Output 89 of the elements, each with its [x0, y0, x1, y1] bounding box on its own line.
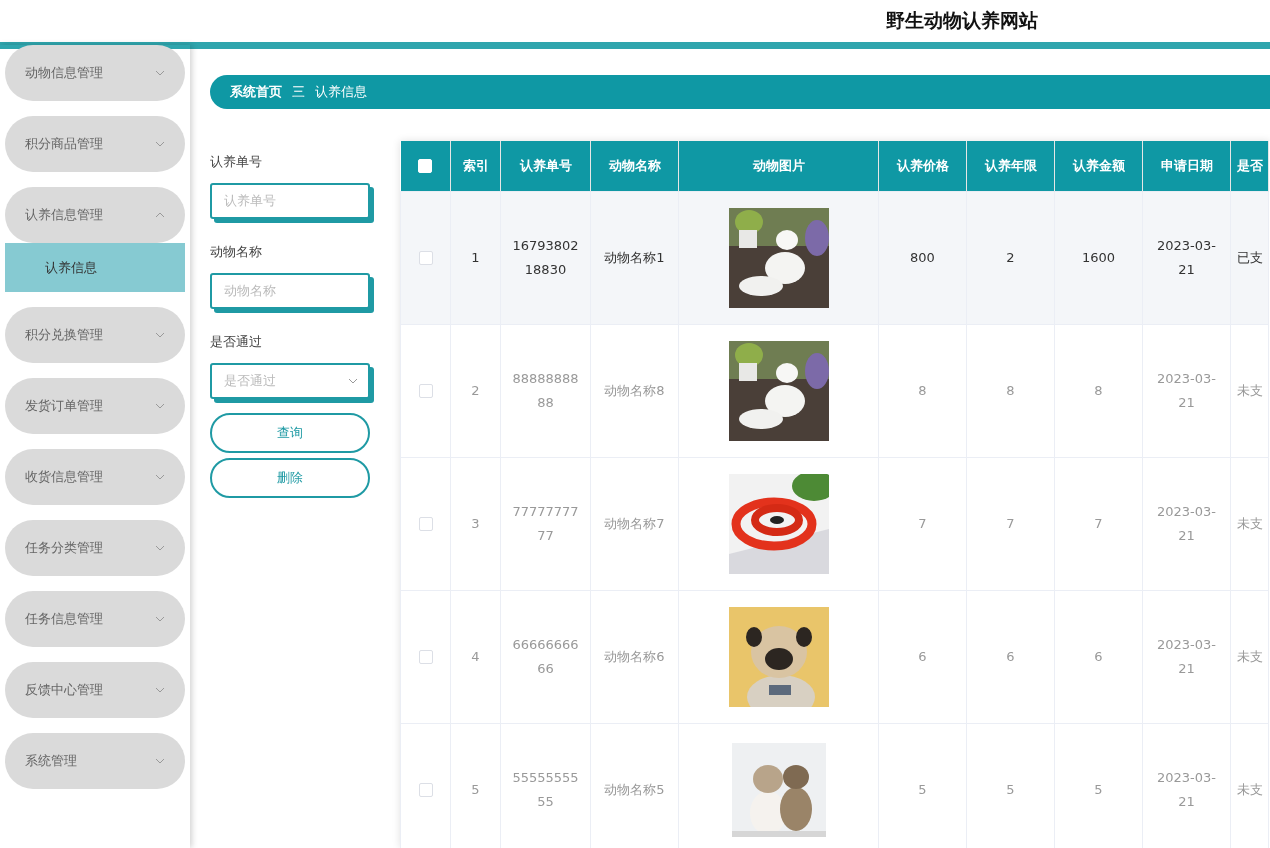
column-header: 申请日期 — [1142, 140, 1231, 192]
table-cell-text: 5 — [471, 781, 480, 797]
filter-label: 认养单号 — [210, 152, 263, 171]
table-cell-text: 77777777 77 — [512, 503, 579, 543]
sidebar-menu-item[interactable]: 发货订单管理 — [5, 378, 185, 434]
table-cell-text: 8 — [1006, 382, 1015, 398]
table-cell-text: 2023-03- 21 — [1157, 769, 1216, 809]
chevron-down-icon — [155, 687, 165, 693]
table-cell-text: 66666666 66 — [512, 636, 579, 676]
table-cell-text: 未支 — [1237, 382, 1263, 398]
table-cell-text: 2023-03- 21 — [1157, 237, 1216, 277]
row-checkbox[interactable] — [418, 783, 433, 798]
sidebar-menu-item[interactable]: 反馈中心管理 — [5, 662, 185, 718]
table-cell-text: 动物名称1 — [604, 249, 665, 265]
chevron-up-icon — [155, 212, 165, 218]
chevron-down-icon — [155, 545, 165, 551]
column-header: 认养价格 — [878, 140, 967, 192]
table-cell-text: 2 — [471, 382, 480, 398]
table-cell-text: 8 — [918, 382, 927, 398]
chevron-down-icon — [155, 474, 165, 480]
row-checkbox[interactable] — [418, 517, 433, 532]
sidebar-menu-item[interactable]: 收货信息管理 — [5, 449, 185, 505]
table-cell-text: 5 — [1006, 781, 1015, 797]
chevron-down-icon — [155, 616, 165, 622]
row-checkbox[interactable] — [418, 251, 433, 266]
sidebar-submenu-item[interactable]: 认养信息 — [5, 243, 185, 292]
chevron-down-icon — [155, 332, 165, 338]
sidebar-menu-item[interactable]: 任务分类管理 — [5, 520, 185, 576]
table-cell-text: 8 — [1094, 382, 1103, 398]
table-cell-text: 7 — [1094, 515, 1103, 531]
column-header: 认养单号 — [500, 140, 591, 192]
table-cell-text: 6 — [918, 648, 927, 664]
table-cell-text: 未支 — [1237, 515, 1263, 531]
column-header: 认养年限 — [966, 140, 1055, 192]
chevron-down-icon — [155, 70, 165, 76]
table-cell-text: 6 — [1006, 648, 1015, 664]
sidebar-menu-item[interactable]: 动物信息管理 — [5, 45, 185, 101]
row-checkbox[interactable] — [418, 650, 433, 665]
delete-button[interactable]: 删除 — [210, 457, 370, 498]
filter-label: 是否通过 — [210, 332, 263, 351]
sidebar-menu-item[interactable]: 积分商品管理 — [5, 116, 185, 172]
column-header: 索引 — [450, 140, 501, 192]
row-checkbox[interactable] — [418, 384, 433, 399]
table-cell-text: 16793802 18830 — [512, 237, 579, 277]
search-button[interactable]: 查询 — [210, 412, 370, 453]
table-cell-text: 2 — [1006, 249, 1015, 265]
table-cell-text: 1 — [471, 249, 480, 265]
breadcrumb-current: 认养信息 — [315, 82, 367, 101]
column-header: 动物名称 — [590, 140, 679, 192]
table-cell-text: 动物名称8 — [604, 382, 665, 398]
select-field[interactable]: 是否通过 — [210, 362, 370, 399]
table-cell-text: 4 — [471, 648, 480, 664]
table-cell-text: 未支 — [1237, 648, 1263, 664]
sidebar-menu-item[interactable]: 积分兑换管理 — [5, 307, 185, 363]
column-header: 认养金额 — [1054, 140, 1143, 192]
table-cell-text: 3 — [471, 515, 480, 531]
filter-label: 动物名称 — [210, 242, 263, 261]
select-all-checkbox[interactable] — [418, 159, 433, 174]
chevron-down-icon — [155, 403, 165, 409]
sidebar-menu-item[interactable]: 系统管理 — [5, 733, 185, 789]
column-header: 动物图片 — [678, 140, 879, 192]
table-cell-text: 动物名称7 — [604, 515, 665, 531]
table-cell-text: 动物名称6 — [604, 648, 665, 664]
table-cell-text: 2023-03- 21 — [1157, 636, 1216, 676]
column-header: 是否 — [1230, 140, 1269, 192]
input-field[interactable]: 认养单号 — [210, 182, 370, 219]
chevron-down-icon — [155, 758, 165, 764]
table-cell-text: 已支 — [1237, 249, 1263, 265]
input-field[interactable]: 动物名称 — [210, 272, 370, 309]
table-cell-text: 2023-03- 21 — [1157, 503, 1216, 543]
table-cell-text: 5 — [918, 781, 927, 797]
table-cell-text: 88888888 88 — [512, 370, 579, 410]
table-cell-text: 动物名称5 — [604, 781, 665, 797]
chevron-down-icon — [348, 377, 358, 384]
breadcrumb-separator: 三 — [292, 82, 305, 101]
table-cell-text: 5 — [1094, 781, 1103, 797]
table-cell-text: 未支 — [1237, 781, 1263, 797]
table-cell-text: 55555555 55 — [512, 769, 579, 809]
sidebar-menu-item[interactable]: 认养信息管理 — [5, 187, 185, 243]
site-title: 野生动物认养网站 — [886, 8, 1038, 33]
table-cell-text: 1600 — [1081, 249, 1116, 265]
table-cell-text: 2023-03- 21 — [1157, 370, 1216, 410]
table-cell-text: 7 — [918, 515, 927, 531]
chevron-down-icon — [155, 141, 165, 147]
table-cell-text: 800 — [910, 249, 935, 265]
breadcrumb-home-link[interactable]: 系统首页 — [230, 82, 282, 101]
table-cell-text: 7 — [1006, 515, 1015, 531]
table-cell-text: 6 — [1094, 648, 1103, 664]
sidebar-menu-item[interactable]: 任务信息管理 — [5, 591, 185, 647]
